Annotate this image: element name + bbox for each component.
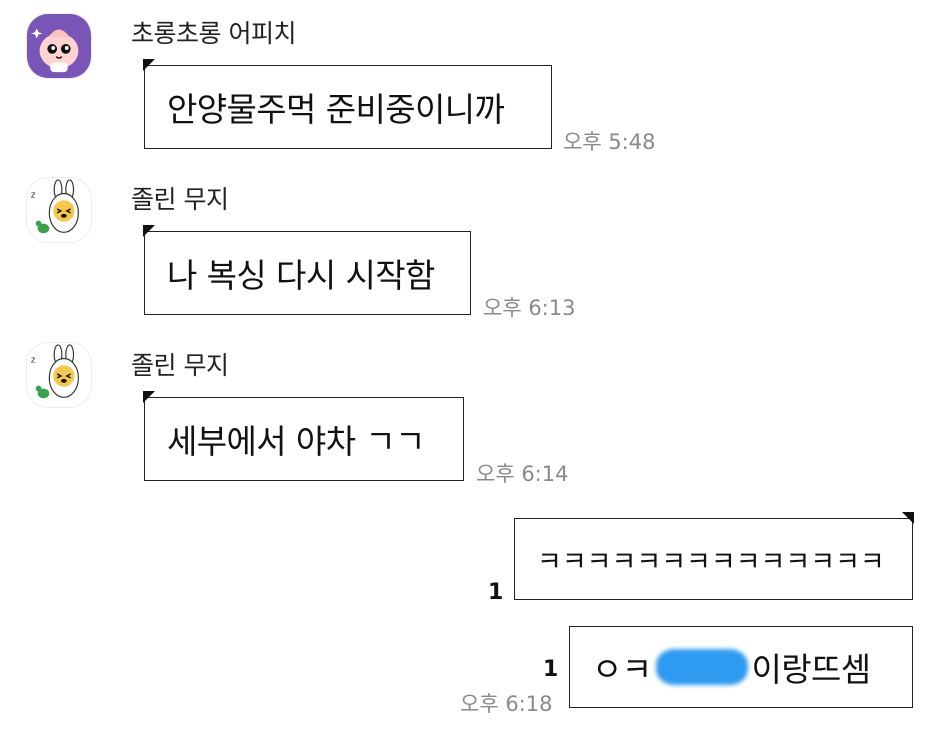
- message-text-start: ㅇㅋ: [592, 650, 652, 689]
- bubble-tail: [143, 59, 155, 71]
- message-text: 세부에서 야차 ㄱㄱ: [167, 422, 425, 461]
- svg-text:z: z: [31, 190, 36, 200]
- message-text-end: 이랑뜨셈: [751, 650, 872, 689]
- unread-count: 1: [543, 657, 559, 682]
- message-time: 오후 6:18: [460, 692, 553, 716]
- message-time: 오후 6:14: [476, 462, 569, 486]
- message-text: 나 복싱 다시 시작함: [167, 256, 435, 295]
- sender-name: 졸린 무지: [131, 185, 229, 214]
- muzi-avatar-icon[interactable]: z: [26, 177, 92, 243]
- sender-name: 졸린 무지: [131, 351, 229, 380]
- sender-name: 초롱초롱 어피치: [131, 19, 296, 48]
- message-bubble[interactable]: 세부에서 야차 ㄱㄱ: [143, 391, 464, 481]
- message-time: 오후 5:48: [563, 130, 656, 154]
- message-bubble[interactable]: 나 복싱 다시 시작함: [143, 225, 471, 315]
- redaction-scribble-icon: [655, 649, 748, 685]
- message-text: 안양물주먹 준비중이니까: [167, 90, 505, 129]
- bubble-tail: [143, 225, 155, 237]
- message-time: 오후 6:13: [483, 296, 576, 320]
- message-bubble[interactable]: 안양물주먹 준비중이니까: [143, 59, 552, 149]
- bubble-tail: [902, 512, 914, 524]
- my-message-bubble[interactable]: ㅋㅋㅋㅋㅋㅋㅋㅋㅋㅋㅋㅋㅋㅋ: [514, 512, 914, 600]
- my-message-bubble[interactable]: ㅇㅋ 이랑뜨셈: [569, 626, 913, 708]
- svg-text:z: z: [31, 355, 36, 365]
- apeach-avatar-icon[interactable]: [26, 13, 92, 79]
- muzi-avatar-icon[interactable]: z: [26, 342, 92, 408]
- message-text: ㅋㅋㅋㅋㅋㅋㅋㅋㅋㅋㅋㅋㅋㅋ: [537, 546, 885, 578]
- unread-count: 1: [488, 580, 504, 605]
- bubble-tail: [143, 391, 155, 403]
